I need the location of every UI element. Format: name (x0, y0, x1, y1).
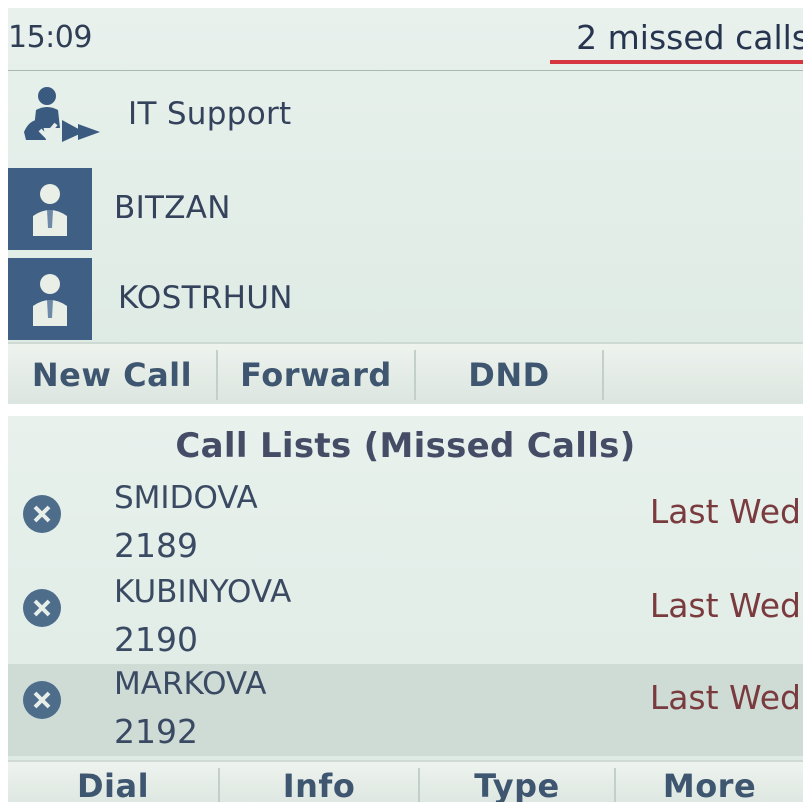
call-date: Last Wed (649, 586, 801, 625)
call-list-screen: Call Lists (Missed Calls) SMIDOVA 2189 L… (8, 416, 803, 802)
line-it-support[interactable]: IT Support (8, 72, 803, 158)
user-avatar-icon (33, 184, 67, 236)
missed-call-icon (23, 589, 61, 627)
missed-call-icon (23, 495, 61, 533)
caller-number: 2190 (114, 620, 198, 659)
type-softkey[interactable]: Type (420, 762, 614, 802)
missed-call-icon (23, 681, 61, 719)
caller-name: MARKOVA (114, 666, 267, 702)
status-divider (8, 70, 803, 71)
line-label: IT Support (128, 96, 292, 132)
new-call-softkey[interactable]: New Call (8, 344, 216, 404)
call-date: Last Wed (649, 678, 801, 717)
list-item[interactable]: KUBINYOVA 2190 Last Wed (8, 572, 803, 664)
avatar (8, 168, 92, 250)
softkey-bar: New Call Forward DND (8, 342, 803, 404)
status-bar: 15:09 2 missed calls (8, 8, 803, 66)
list-item[interactable]: SMIDOVA 2189 Last Wed (8, 478, 803, 570)
avatar (8, 258, 92, 340)
line-label: BITZAN (114, 190, 231, 226)
missed-calls-underline (550, 60, 803, 64)
dnd-softkey[interactable]: DND (416, 344, 602, 404)
list-item-selected[interactable]: MARKOVA 2192 Last Wed (8, 664, 803, 756)
clock-time: 15:09 (8, 20, 92, 55)
caller-name: KUBINYOVA (114, 574, 292, 610)
forward-softkey[interactable]: Forward (218, 344, 414, 404)
missed-calls-notice[interactable]: 2 missed calls (576, 18, 803, 57)
caller-number: 2189 (114, 526, 198, 565)
dial-softkey[interactable]: Dial (8, 762, 218, 802)
info-softkey[interactable]: Info (220, 762, 418, 802)
more-softkey[interactable]: More (616, 762, 803, 802)
line-kostrhun[interactable]: KOSTRHUN (8, 256, 803, 342)
call-list-title: Call Lists (Missed Calls) (175, 426, 636, 466)
phone-home-screen: 15:09 2 missed calls IT Support BITZAN K… (8, 8, 803, 404)
call-date: Last Wed (649, 492, 801, 531)
line-bitzan[interactable]: BITZAN (8, 166, 803, 252)
shared-line-icon (24, 87, 100, 142)
line-label: KOSTRHUN (118, 280, 293, 316)
softkey-bar: Dial Info Type More (8, 760, 803, 802)
caller-number: 2192 (114, 712, 198, 751)
caller-name: SMIDOVA (114, 480, 258, 516)
empty-softkey[interactable] (604, 344, 803, 404)
user-avatar-icon (33, 274, 67, 326)
